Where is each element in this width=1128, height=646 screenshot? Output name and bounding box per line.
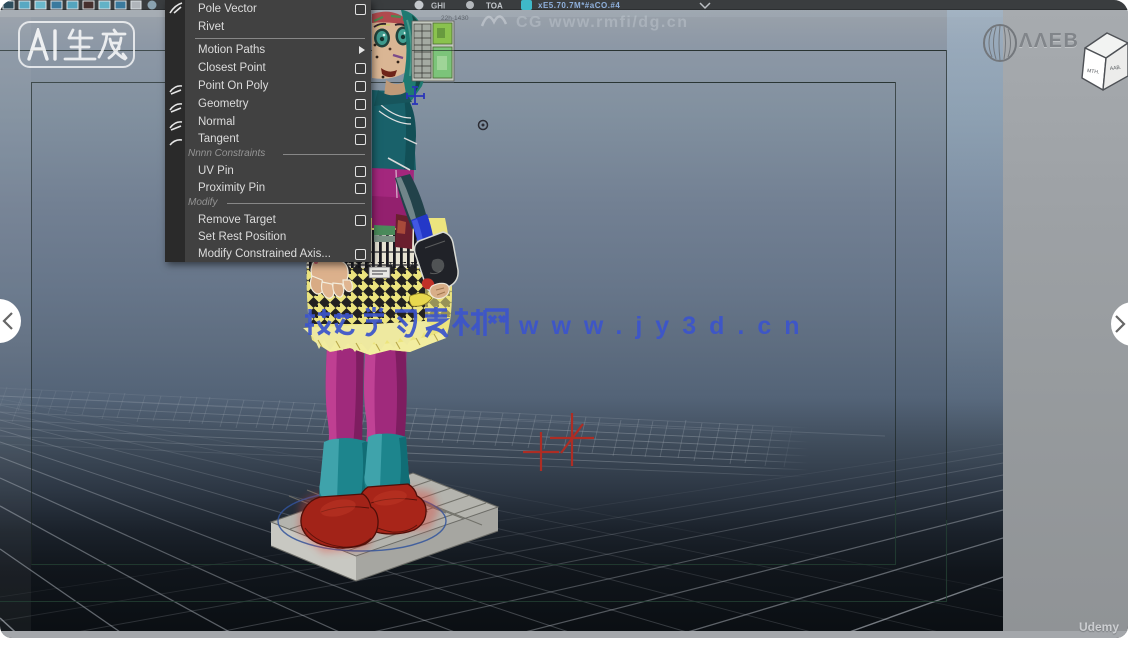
svg-text:AAB.: AAB.	[1110, 65, 1122, 72]
svg-text:www.jy3d.cn: www.jy3d.cn	[518, 312, 813, 339]
svg-text:CG www.rmfi/dg.cn: CG www.rmfi/dg.cn	[516, 14, 688, 31]
svg-text:GHI: GHI	[431, 2, 445, 11]
